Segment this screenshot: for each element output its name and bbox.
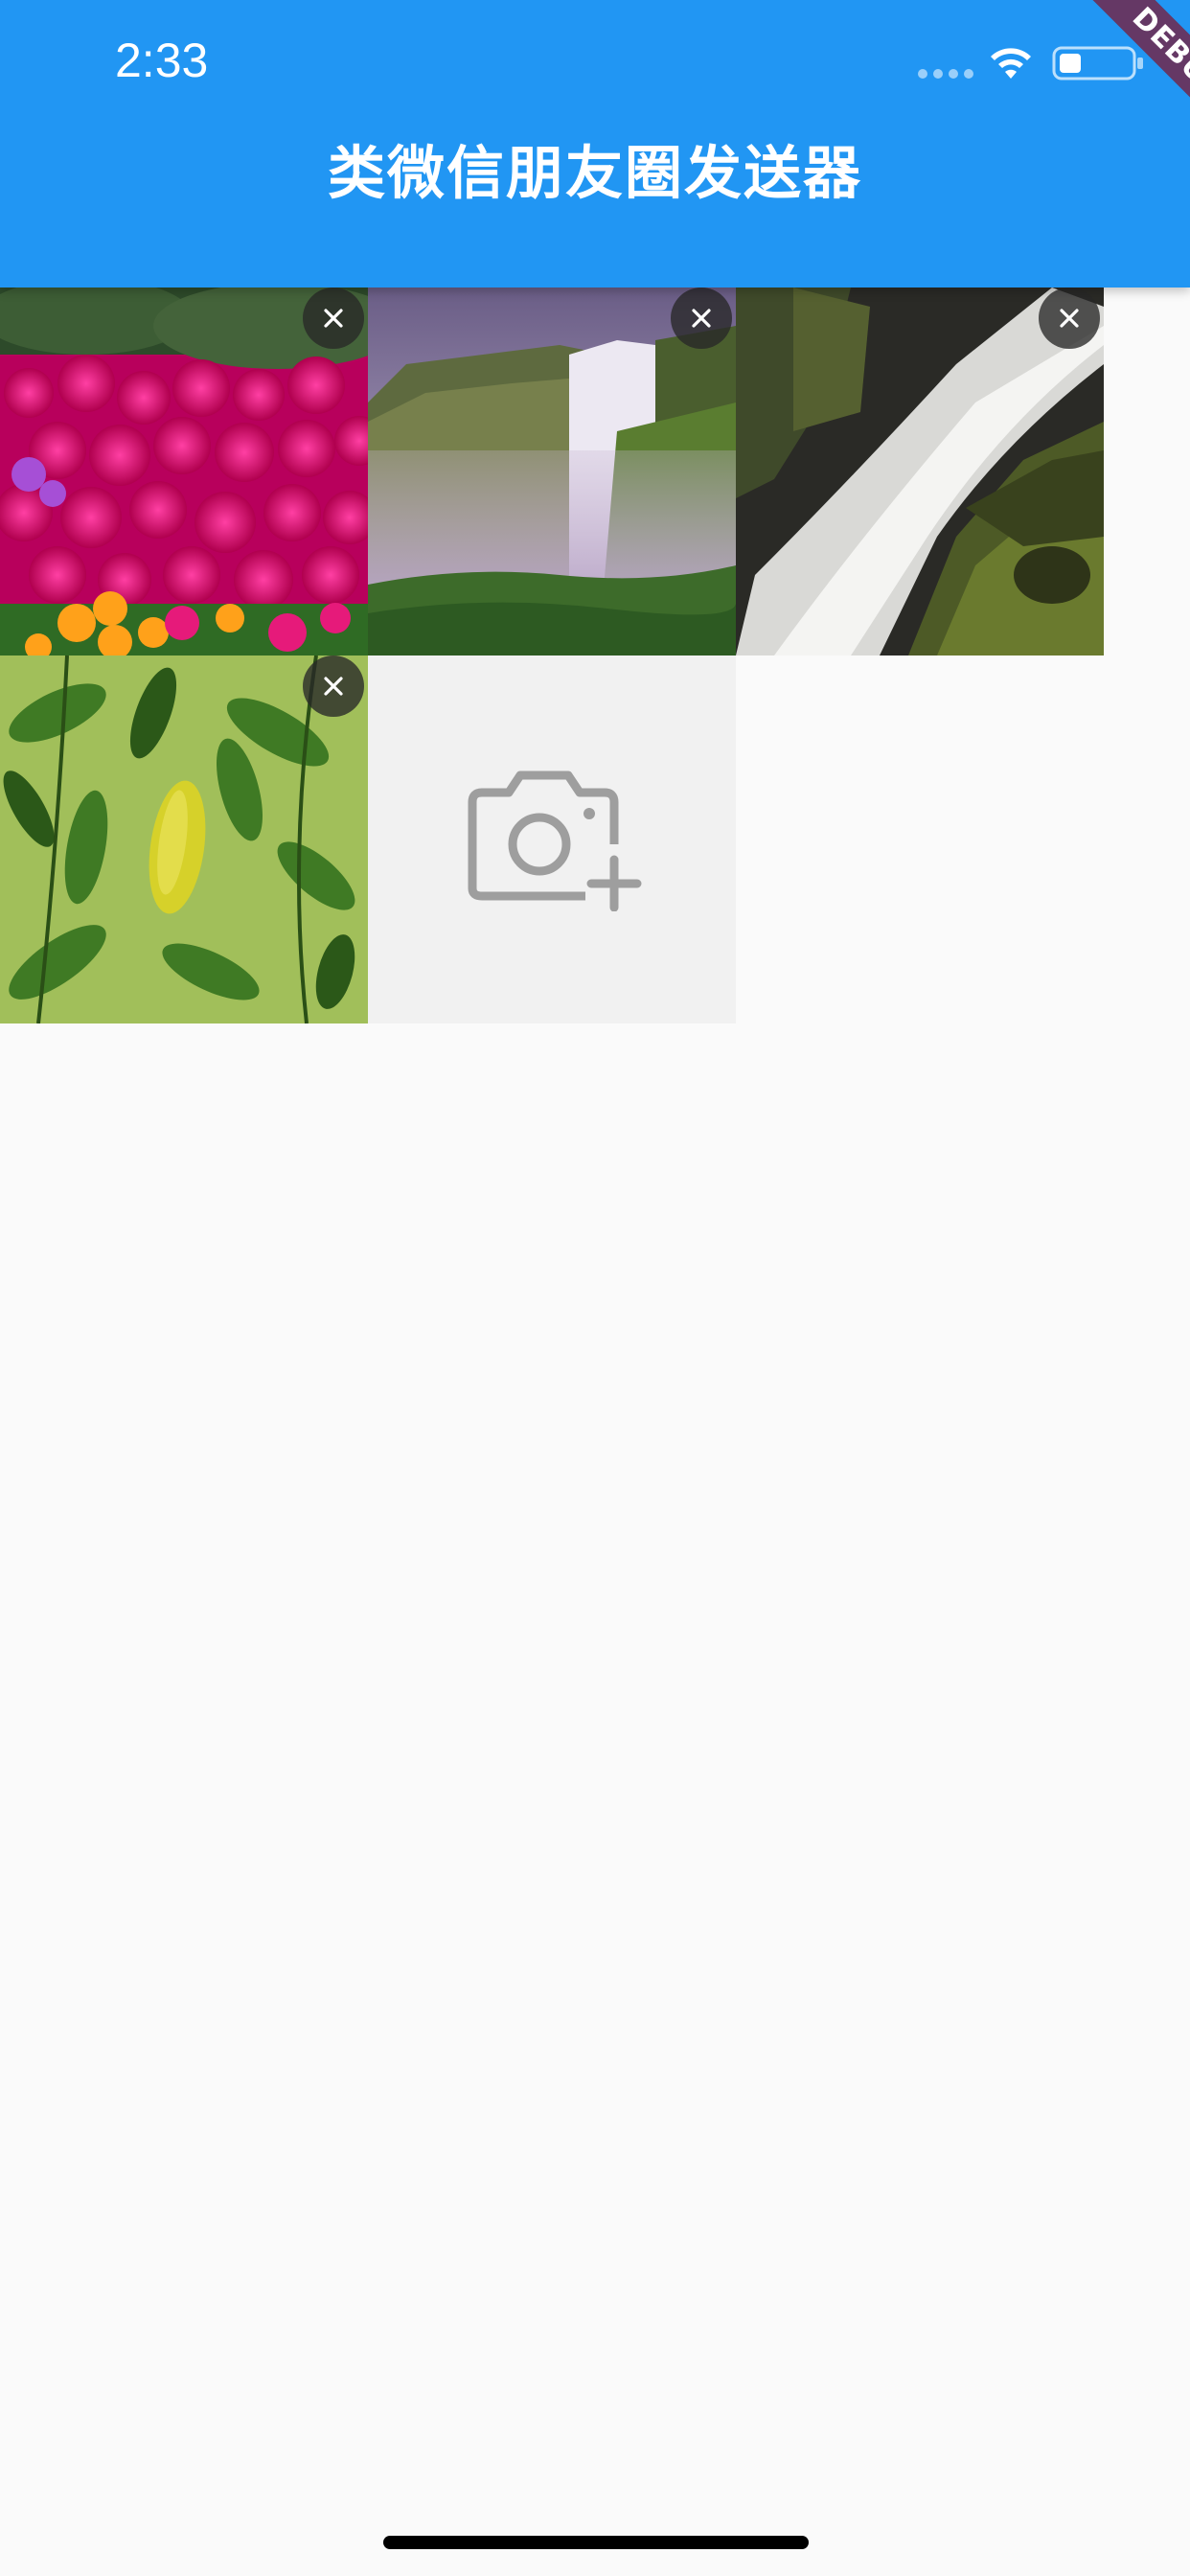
debug-label: DEBUG: [1074, 0, 1190, 159]
waterfall-rocks-image: [736, 288, 1104, 656]
photo-thumbnail[interactable]: [736, 288, 1104, 656]
camera-plus-icon: [468, 770, 642, 911]
photo-thumbnail[interactable]: [368, 288, 736, 656]
remove-photo-button[interactable]: [671, 288, 732, 349]
remove-photo-button[interactable]: [303, 656, 364, 717]
waterfall-valley-image: [368, 288, 736, 656]
close-icon: [1060, 309, 1079, 328]
photo-thumbnail[interactable]: [0, 288, 368, 656]
green-leaves-image: [0, 656, 368, 1024]
remove-photo-button[interactable]: [1039, 288, 1100, 349]
debug-banner: DEBUG: [1006, 0, 1190, 184]
add-photo-button[interactable]: [368, 656, 736, 1024]
cellular-signal-icon: [918, 69, 973, 79]
close-icon: [324, 309, 343, 328]
photo-thumbnail[interactable]: [0, 656, 368, 1024]
photo-grid: [0, 288, 1104, 1024]
home-indicator[interactable]: [383, 2536, 809, 2549]
close-icon: [324, 677, 343, 696]
status-time: 2:33: [115, 34, 209, 87]
close-icon: [692, 309, 711, 328]
remove-photo-button[interactable]: [303, 288, 364, 349]
pink-flowers-image: [0, 288, 368, 656]
